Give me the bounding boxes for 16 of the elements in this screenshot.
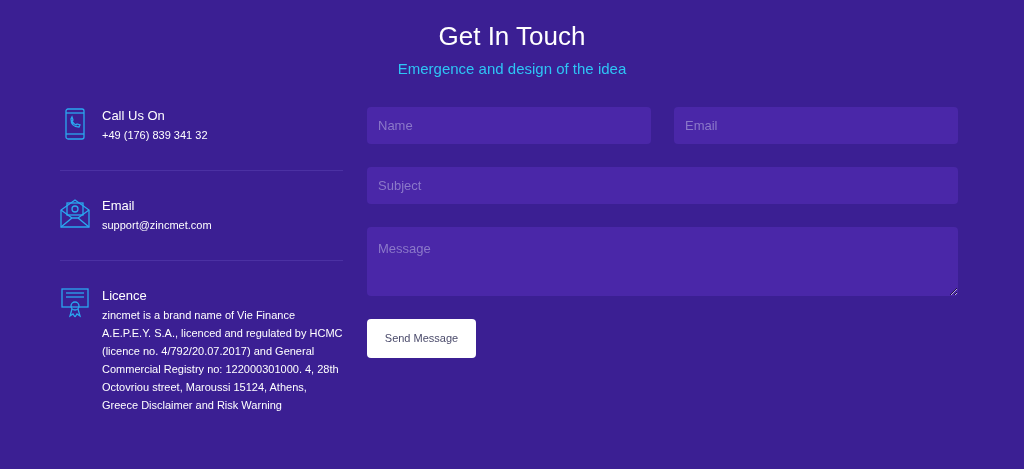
envelope-icon <box>60 197 90 228</box>
contact-value: zincmet is a brand name of Vie Finance A.E.P.E.Y. S.A., licenced and regulated by HCMC (licence no. 4/792/20.07.2017) and General Commercial Registry no: 122000301000. 4, 28th Octovriou street, Maroussi 15124, Athens, Greece Disclaimer and Risk Warning <box>102 307 343 413</box>
contact-label: Email <box>102 196 136 215</box>
subject-field[interactable]: Subject <box>367 166 958 204</box>
contact-value: support@zincmet.com <box>102 217 212 233</box>
contact-value: +49 (176) 839 341 32 <box>102 127 208 143</box>
section-title: Get In Touch <box>438 20 586 52</box>
certificate-icon <box>61 287 89 318</box>
phone-icon <box>65 107 85 140</box>
contact-label: Call Us On <box>102 106 166 125</box>
message-field[interactable]: Message <box>367 226 958 296</box>
contact-label: Licence <box>102 286 148 305</box>
email-field[interactable]: Email <box>674 106 958 144</box>
name-field[interactable]: Name <box>367 106 651 144</box>
section-subtitle: Emergence and design of the idea <box>397 59 627 79</box>
send-message-button[interactable]: Send Message <box>367 318 476 358</box>
